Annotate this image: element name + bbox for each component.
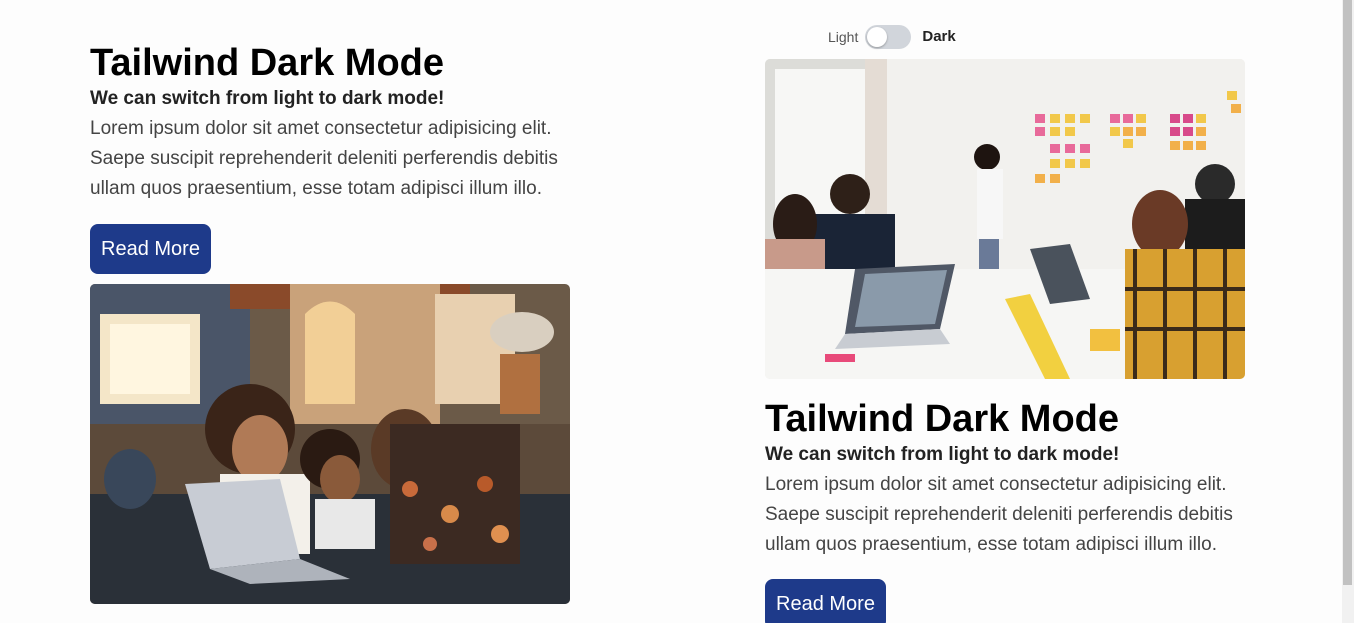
card-1-title: Tailwind Dark Mode: [90, 42, 445, 84]
card-2-image-office-meeting: [765, 59, 1245, 379]
vertical-scrollbar[interactable]: [1342, 0, 1354, 623]
theme-toggle-switch[interactable]: [865, 25, 912, 49]
card-2-title: Tailwind Dark Mode: [765, 398, 1120, 440]
card-1-actions: Read More: [90, 224, 211, 274]
toggle-light-label: Light: [828, 29, 859, 45]
card-2-actions: Read More: [765, 579, 886, 623]
page: Light Dark Tailwind Dark Mode We can swi…: [0, 0, 1354, 623]
scrollbar-thumb[interactable]: [1343, 0, 1352, 585]
card-1-body: Lorem ipsum dolor sit amet consectetur a…: [90, 118, 558, 199]
toggle-knob[interactable]: [867, 27, 888, 47]
card-1-image-family-laptop: [90, 284, 570, 604]
card-2-text: Tailwind Dark Mode We can switch from li…: [765, 396, 1235, 560]
card-1-read-more-button[interactable]: Read More: [90, 224, 211, 274]
theme-toggle-group: Light Dark: [828, 24, 956, 50]
card-2-subtitle: We can switch from light to dark mode!: [765, 444, 1120, 465]
card-2-read-more-button[interactable]: Read More: [765, 579, 886, 623]
card-1-text: Tailwind Dark Mode We can switch from li…: [90, 40, 560, 204]
card-1-subtitle: We can switch from light to dark mode!: [90, 88, 445, 109]
card-2-body: Lorem ipsum dolor sit amet consectetur a…: [765, 474, 1233, 555]
toggle-dark-label: Dark: [922, 28, 956, 45]
